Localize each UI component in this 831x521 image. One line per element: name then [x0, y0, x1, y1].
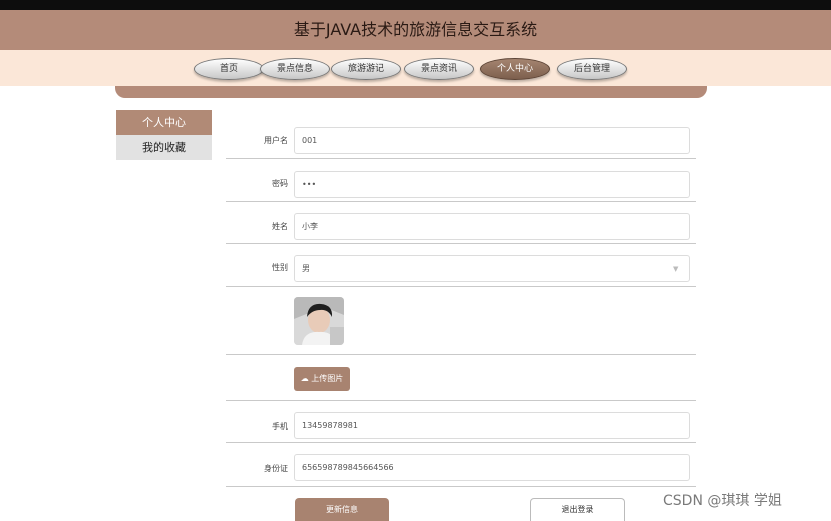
cloud-upload-icon: ☁: [300, 374, 309, 383]
idcard-field[interactable]: 656598789845664566: [294, 454, 690, 481]
watermark-text: CSDN @琪琪 学姐: [663, 493, 782, 509]
nav-item-home[interactable]: 首页: [194, 58, 264, 80]
sidebar-item-favorites[interactable]: 我的收藏: [116, 135, 212, 160]
site-title: 基于JAVA技术的旅游信息交互系统: [293, 20, 538, 39]
password-field[interactable]: •••: [294, 171, 690, 198]
password-label: 密码: [272, 179, 288, 188]
nav-sub-bar: [115, 86, 707, 98]
form-row-phone: 手机 13459878981: [226, 401, 696, 443]
avatar-image: [294, 297, 344, 345]
gender-select[interactable]: 男 ▼: [294, 255, 690, 282]
nav-item-admin[interactable]: 后台管理: [557, 58, 627, 80]
idcard-label: 身份证: [264, 464, 288, 473]
form-row-password: 密码 •••: [226, 159, 696, 202]
form-row-avatar: [226, 287, 696, 355]
sidebar: 个人中心 我的收藏: [116, 110, 212, 160]
phone-label: 手机: [272, 422, 288, 431]
name-label: 姓名: [272, 222, 288, 231]
username-label: 用户名: [264, 136, 288, 145]
username-field[interactable]: 001: [294, 127, 690, 154]
upload-button-label: 上传图片: [311, 374, 344, 383]
form-row-gender: 性别 男 ▼: [226, 244, 696, 287]
nav-item-news[interactable]: 景点资讯: [404, 58, 474, 80]
form-row-upload: ☁ 上传图片: [226, 355, 696, 401]
form-row-name: 姓名 小李: [226, 202, 696, 244]
phone-field[interactable]: 13459878981: [294, 412, 690, 439]
gender-select-value: 男: [302, 264, 310, 273]
upload-image-button[interactable]: ☁ 上传图片: [294, 367, 350, 391]
logout-button[interactable]: 退出登录: [530, 498, 625, 521]
chevron-down-icon: ▼: [673, 265, 679, 273]
form-row-idcard: 身份证 656598789845664566: [226, 443, 696, 487]
window-top-bar: [0, 0, 831, 10]
nav-item-travelogues[interactable]: 旅游游记: [331, 58, 401, 80]
update-info-button[interactable]: 更新信息: [295, 498, 389, 521]
nav-item-attractions[interactable]: 景点信息: [260, 58, 330, 80]
nav-item-personal-center[interactable]: 个人中心: [480, 58, 550, 80]
sidebar-item-personal-center[interactable]: 个人中心: [116, 110, 212, 135]
name-field[interactable]: 小李: [294, 213, 690, 240]
form-row-username: 用户名 001: [226, 116, 696, 159]
avatar-photo: [294, 297, 344, 345]
gender-label: 性别: [272, 263, 288, 272]
